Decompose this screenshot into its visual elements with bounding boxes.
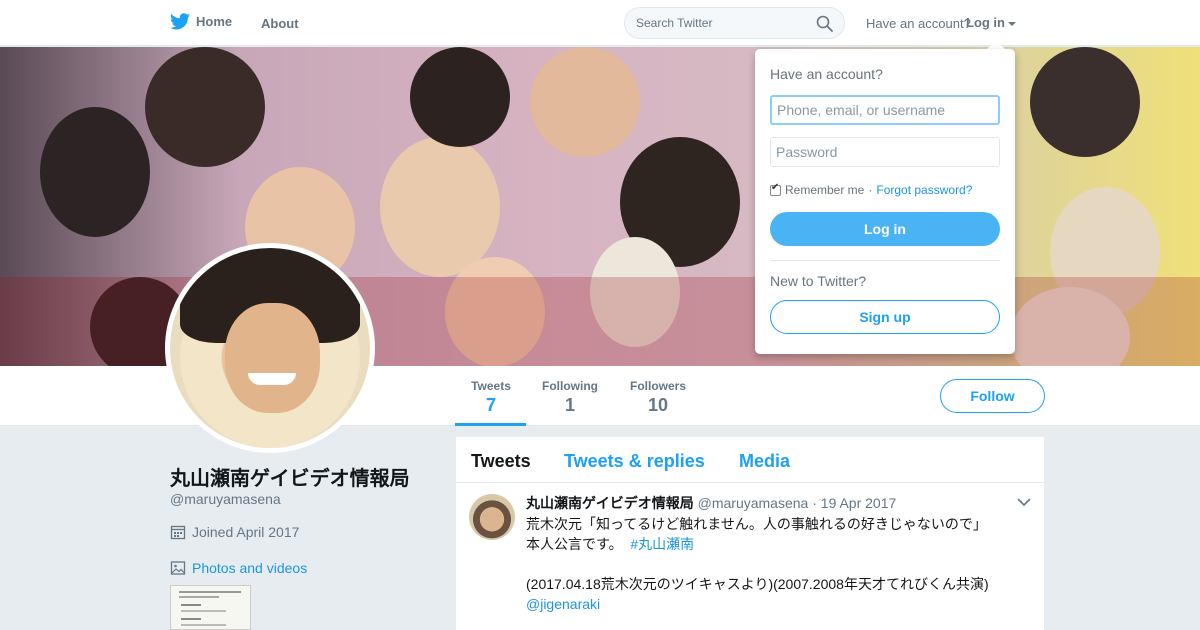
tab-tweets[interactable]: Tweets [471,451,531,472]
joined-text: Joined April 2017 [192,524,300,540]
active-tab-indicator [455,423,526,426]
stat-value: 10 [647,395,669,415]
photo-icon [170,561,186,575]
twitter-bird-icon [170,13,190,30]
search-input[interactable]: Search Twitter [636,16,712,30]
forgot-password-link[interactable]: Forgot password? [876,183,972,197]
timeline: Tweets Tweets & replies Media 丸山瀬南ゲイビデオ情… [456,437,1044,630]
login-menu-toggle[interactable]: Log in [966,15,1016,30]
tab-tweets-and-replies[interactable]: Tweets & replies [564,451,705,472]
stat-tweets[interactable]: Tweets 7 [468,379,514,416]
stat-label: Following [542,379,598,393]
tweet-hashtag[interactable]: #丸山瀬南 [630,536,694,552]
tweet-mention[interactable]: @jigenaraki [526,594,1016,614]
username-field[interactable] [770,95,1000,125]
tweet-text: 荒木次元「知ってるけど触れません。人の事触れるの好きじゃないので」 本人公言です… [526,514,1016,614]
remember-me-checkbox[interactable] [770,182,781,196]
tweet-header: 丸山瀬南ゲイビデオ情報局 @maruyamasena · 19 Apr 2017 [526,493,896,513]
login-button[interactable]: Log in [770,212,1000,246]
top-nav: Home About Search Twitter Have an accoun… [0,0,1200,46]
stat-following[interactable]: Following 1 [540,379,600,416]
joined-date: Joined April 2017 [170,524,299,540]
calendar-icon [170,525,186,540]
signup-button[interactable]: Sign up [770,300,1000,334]
stat-value: 1 [564,395,575,415]
remember-row: Remember me · Forgot password? [770,182,972,197]
tweet-avatar[interactable] [469,494,515,540]
photos-label: Photos and videos [192,560,308,576]
avatar-image [170,248,370,448]
stat-label: Tweets [471,379,511,393]
stat-value: 7 [485,395,496,415]
stat-followers[interactable]: Followers 10 [628,379,688,416]
tweet-line: 荒木次元「知ってるけど触れません。人の事触れるの好きじゃないので」 [526,516,987,532]
tweet-line-text: 本人公言です。 [526,536,623,552]
follow-button[interactable]: Follow [940,379,1045,413]
tweet-author-name[interactable]: 丸山瀬南ゲイビデオ情報局 [526,495,694,511]
login-dropdown: Have an account? Remember me · Forgot pa… [755,49,1015,354]
avatar[interactable] [165,243,375,453]
tab-media[interactable]: Media [739,451,790,472]
tweet-author-handle[interactable]: @maruyamasena [698,495,809,511]
password-field[interactable] [770,137,1000,167]
timeline-tabs: Tweets Tweets & replies Media [456,437,1044,483]
tweet-line: (2017.04.18荒木次元のツイキャスより)(2007.2008年天才てれび… [526,576,989,592]
search-box[interactable]: Search Twitter [624,7,845,39]
nav-home[interactable]: Home [170,13,232,30]
profile-name: 丸山瀬南ゲイビデオ情報局 [170,468,410,490]
separator: · [868,183,873,197]
tweet-line: 本人公言です。 #丸山瀬南 [526,534,1016,554]
media-thumbnail[interactable] [170,585,251,630]
login-label: Log in [966,15,1005,30]
dropdown-arrow [987,40,1005,49]
remember-me-label[interactable]: Remember me [785,183,864,197]
chevron-down-icon [1008,21,1016,26]
tweet-separator: · [812,495,817,511]
profile-handle[interactable]: @maruyamasena [170,491,281,507]
nav-home-label: Home [196,14,233,29]
dropdown-title: Have an account? [770,66,883,82]
chevron-down-icon[interactable] [1017,498,1031,507]
tweet-date[interactable]: 19 Apr 2017 [821,495,897,511]
nav-about[interactable]: About [261,16,299,31]
have-account-text: Have an account? [866,16,971,31]
stat-label: Followers [629,379,686,393]
search-icon[interactable] [816,15,833,32]
photos-and-videos-link[interactable]: Photos and videos [170,560,307,576]
divider [770,260,1000,261]
new-to-twitter-text: New to Twitter? [770,273,867,289]
